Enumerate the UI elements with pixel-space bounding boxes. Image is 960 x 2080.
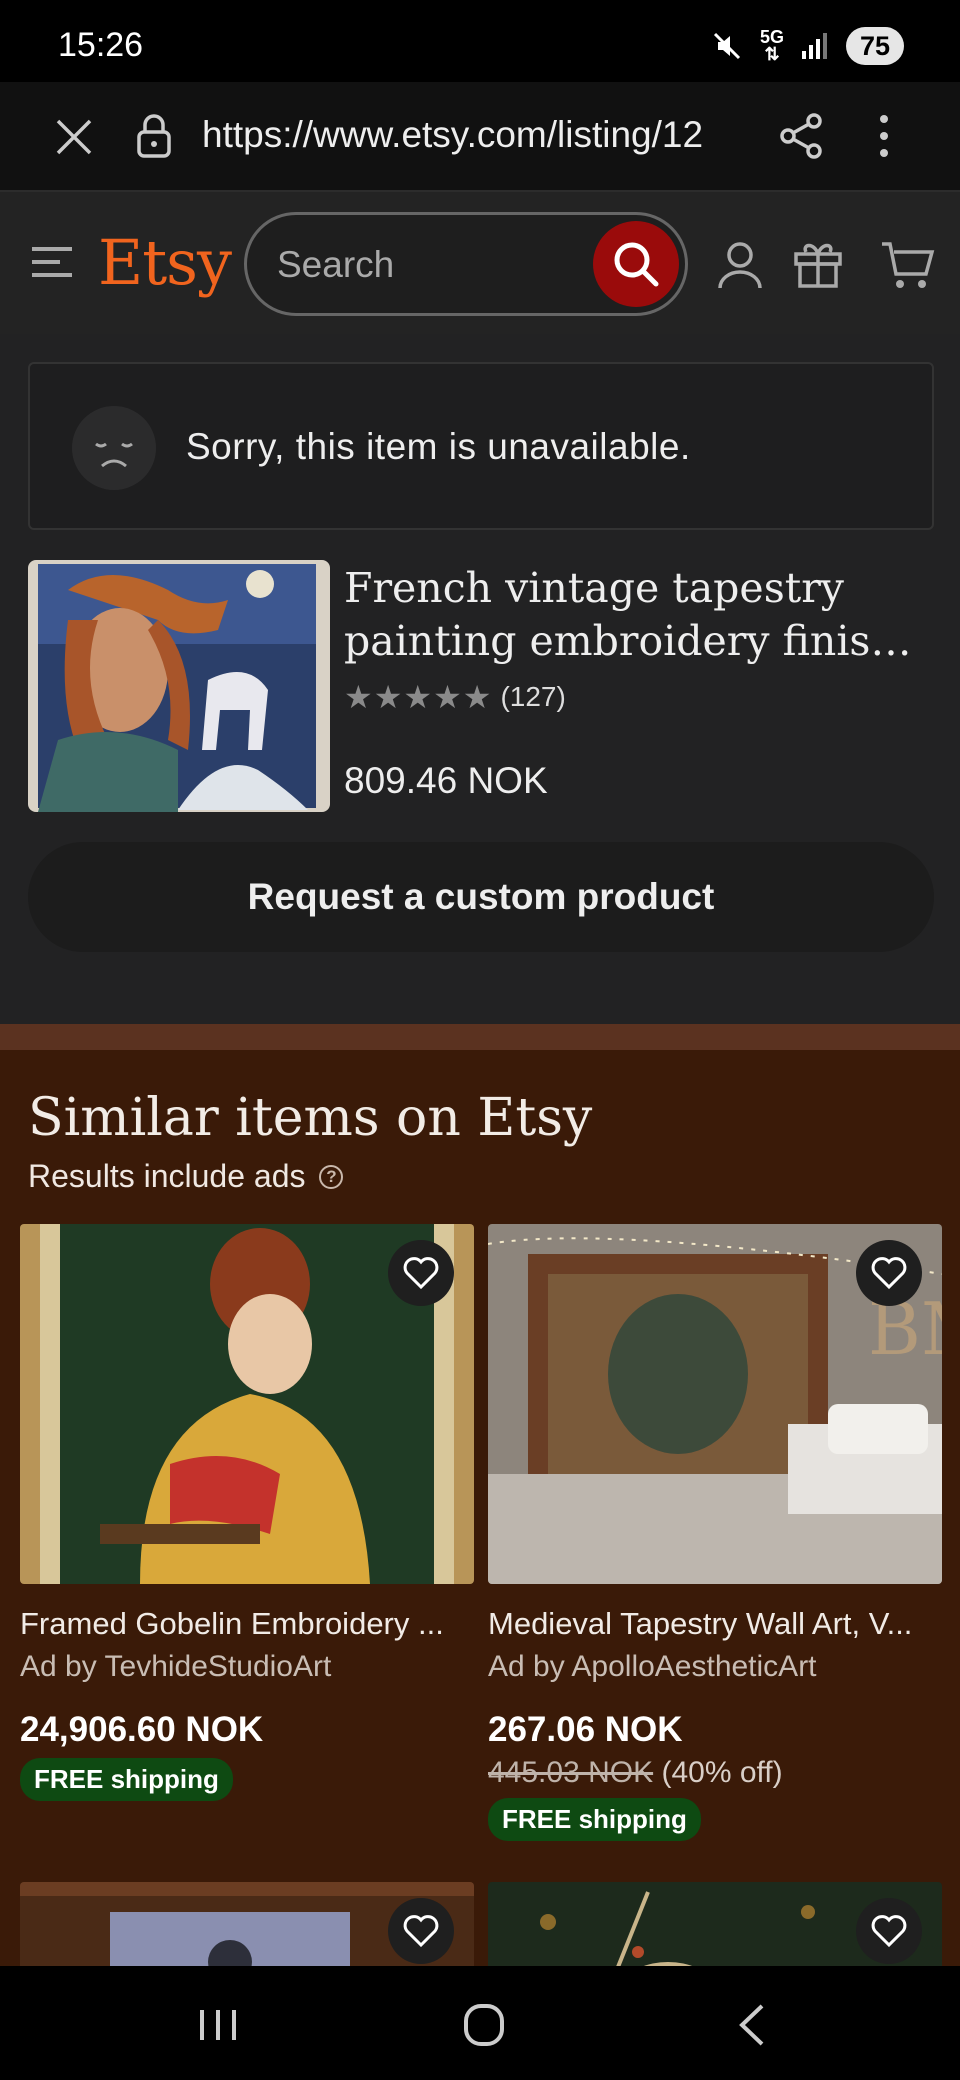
- cart-icon[interactable]: [880, 236, 936, 292]
- request-custom-product-button[interactable]: Request a custom product: [28, 842, 934, 952]
- product-card[interactable]: Framed Gobelin Embroidery ... Ad by Tevh…: [20, 1224, 474, 1801]
- status-time: 15:26: [58, 26, 144, 64]
- url-field[interactable]: https://www.etsy.com/listing/12: [202, 114, 758, 156]
- product-rating: ★★★★★ (127): [344, 678, 566, 716]
- heart-icon: [403, 1915, 439, 1948]
- favorite-button[interactable]: [856, 1240, 922, 1306]
- network-5g-icon: 5G ⇅: [759, 27, 784, 64]
- search-icon: [614, 242, 659, 287]
- unavailable-message: Sorry, this item is unavailable.: [186, 426, 691, 467]
- free-shipping-badge: FREE shipping: [488, 1798, 701, 1841]
- system-navigation-bar: [0, 1966, 960, 2080]
- sad-face-icon: [72, 406, 156, 490]
- favorite-button[interactable]: [856, 1898, 922, 1964]
- favorite-button[interactable]: [388, 1240, 454, 1306]
- etsy-logo[interactable]: Etsy: [98, 226, 232, 299]
- signal-icon: [802, 33, 827, 59]
- mute-icon: [713, 32, 741, 60]
- recent-apps-icon[interactable]: [190, 2000, 246, 2050]
- account-icon[interactable]: [712, 236, 768, 292]
- product-image[interactable]: [28, 560, 330, 812]
- home-icon[interactable]: [456, 2000, 512, 2050]
- favorite-button[interactable]: [388, 1898, 454, 1964]
- free-shipping-badge: FREE shipping: [20, 1758, 233, 1801]
- help-icon[interactable]: ?: [319, 1164, 344, 1189]
- lock-icon[interactable]: [134, 112, 174, 160]
- results-ads-label: Results include ads: [28, 1158, 306, 1194]
- results-ads-note: Results include ads ?: [28, 1158, 344, 1195]
- status-icons: 5G ⇅ 75: [710, 26, 904, 66]
- product-card-seller: Ad by ApolloAestheticArt: [488, 1650, 817, 1683]
- listing-section: Sorry, this item is unavailable. French …: [0, 334, 960, 1024]
- close-tab-icon[interactable]: [52, 115, 96, 159]
- search-button[interactable]: [593, 221, 679, 307]
- heart-icon: [403, 1257, 439, 1290]
- gift-icon[interactable]: [790, 236, 846, 292]
- star-rating-icon: ★★★★★: [344, 679, 493, 715]
- browser-toolbar: https://www.etsy.com/listing/12: [0, 82, 960, 192]
- similar-items-section: Similar items on Etsy Results include ad…: [0, 1024, 960, 1992]
- product-card-image[interactable]: BMG: [488, 1224, 942, 1584]
- product-card-title[interactable]: Medieval Tapestry Wall Art, V...: [488, 1606, 942, 1642]
- battery-indicator: 75: [846, 27, 904, 65]
- discount-label: (40% off): [661, 1756, 783, 1789]
- product-card[interactable]: BMG Medieval Tapestry Wall Art, V... Ad …: [488, 1224, 942, 1841]
- product-card-image[interactable]: [20, 1224, 474, 1584]
- status-bar: 15:26 5G ⇅ 75: [0, 0, 960, 82]
- section-title: Similar items on Etsy: [28, 1088, 593, 1148]
- more-options-icon[interactable]: [870, 112, 898, 160]
- product-title-line-1: French vintage tapestry: [344, 564, 844, 612]
- product-price: 809.46 NOK: [344, 760, 548, 801]
- unavailable-notice: Sorry, this item is unavailable.: [28, 362, 934, 530]
- product-card-price: 24,906.60 NOK: [20, 1710, 264, 1749]
- product-title-line-2: painting embroidery finished...: [344, 617, 936, 665]
- review-count: (127): [500, 681, 566, 712]
- search-bar: [244, 212, 688, 316]
- product-card-seller: Ad by TevhideStudioArt: [20, 1650, 332, 1683]
- search-input[interactable]: [277, 237, 577, 293]
- heart-icon: [871, 1257, 907, 1290]
- back-icon[interactable]: [726, 2000, 782, 2050]
- product-card-price: 267.06 NOK: [488, 1710, 683, 1749]
- share-icon[interactable]: [778, 112, 824, 160]
- site-header: Etsy: [0, 192, 960, 334]
- product-title[interactable]: French vintage tapestry painting embroid…: [344, 562, 936, 668]
- heart-icon: [871, 1915, 907, 1948]
- menu-icon[interactable]: [30, 244, 74, 280]
- product-card-title[interactable]: Framed Gobelin Embroidery ...: [20, 1606, 474, 1642]
- original-price: 445.03 NOK: [488, 1756, 654, 1789]
- original-price-row: 445.03 NOK (40% off): [488, 1756, 942, 1790]
